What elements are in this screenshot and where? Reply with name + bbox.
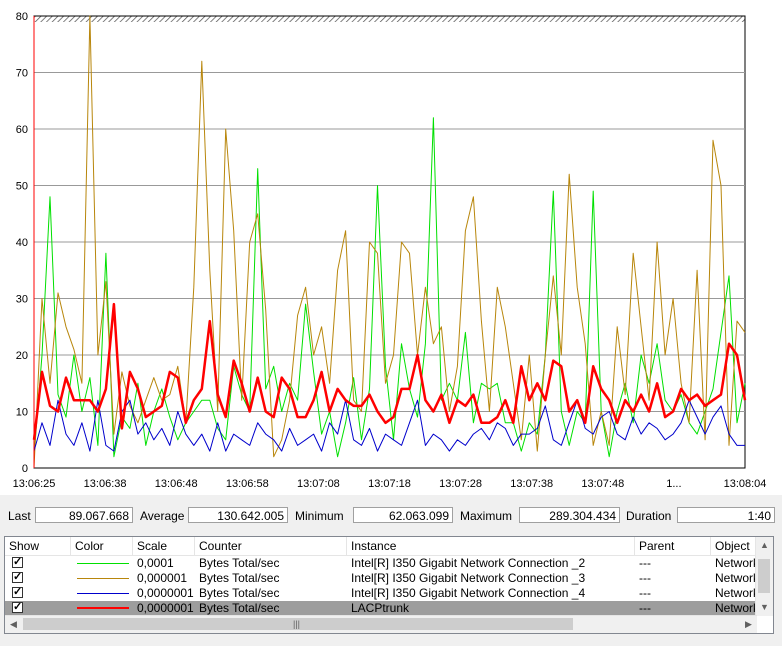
scroll-grip-icon: ||| [293,619,301,629]
scale-cell: 0,000001 [137,571,188,585]
instance-cell: Intel[R] I350 Gigabit Network Connection… [351,586,586,600]
series-color-swatch [77,563,129,564]
x-tick-label: 13:07:28 [439,478,482,490]
series-color-swatch [77,593,129,594]
series-line-4 [32,302,747,440]
vertical-scroll-thumb[interactable] [758,559,770,593]
y-tick-label: 40 [16,237,28,249]
show-checkbox[interactable] [12,600,23,613]
vertical-scrollbar[interactable]: ▲ ▼ [755,537,773,616]
last-value: 89.067.668 [35,507,133,523]
instance-cell: Intel[R] I350 Gigabit Network Connection… [351,571,586,585]
show-checkbox[interactable] [12,585,23,598]
minimum-value: 62.063.099 [353,507,453,523]
legend-row[interactable]: 0,0001 Bytes Total/sec Intel[R] I350 Gig… [5,555,757,571]
maximum-label: Maximum [460,509,513,523]
counter-legend-table[interactable]: Show Color Scale Counter Instance Parent… [4,536,774,634]
legend-row[interactable]: 0,0000001 Bytes Total/sec Intel[R] I350 … [5,585,757,601]
scroll-left-icon[interactable]: ◀ [5,616,22,633]
statistics-bar: Last 89.067.668 Average 130.642.005 Mini… [0,506,782,528]
col-instance[interactable]: Instance [347,537,635,555]
legend-header: Show Color Scale Counter Instance Parent… [5,537,757,556]
last-label: Last [8,509,31,523]
scroll-right-icon[interactable]: ▶ [740,616,757,633]
object-cell: Network [715,601,757,615]
col-scale[interactable]: Scale [133,537,195,555]
duration-value: 1:40 [677,507,775,523]
parent-cell: --- [639,586,651,600]
series-color-swatch [77,607,129,609]
col-show[interactable]: Show [5,537,71,555]
x-tick-label: 13:07:48 [581,478,624,490]
y-tick-label: 60 [16,124,28,136]
x-tick-label: 13:07:18 [368,478,411,490]
legend-row[interactable]: 0,000001 Bytes Total/sec Intel[R] I350 G… [5,570,757,586]
chart-canvas: 0 10 20 30 40 50 60 70 80 13:06:25 13:06:38 13:06:4… [13,11,767,490]
average-label: Average [140,509,185,523]
x-tick-label: 13:08:04 [724,478,767,490]
average-value: 130.642.005 [188,507,288,523]
show-checkbox[interactable] [12,570,23,583]
col-counter[interactable]: Counter [195,537,347,555]
scale-cell: 0,0001 [137,556,174,570]
performance-chart: 0 10 20 30 40 50 60 70 80 13:06:25 13:06:38 13:06:4… [0,0,782,495]
maximum-value: 289.304.434 [519,507,620,523]
y-tick-label: 10 [16,407,28,419]
col-object[interactable]: Object [711,537,757,555]
series-line-1 [33,117,746,458]
y-tick-label: 80 [16,11,28,23]
object-cell: Network [715,556,757,570]
counter-cell: Bytes Total/sec [199,571,280,585]
object-cell: Network [715,586,757,600]
legend-row-selected[interactable]: 0,0000001 Bytes Total/sec LACPtrunk --- … [5,600,757,616]
y-tick-label: 50 [16,181,28,193]
duration-label: Duration [626,509,672,523]
col-parent[interactable]: Parent [635,537,711,555]
overflow-hatch-band [34,16,745,22]
parent-cell: --- [639,556,651,570]
x-tick-label: 13:07:38 [510,478,553,490]
scale-cell: 0,0000001 [137,601,194,615]
x-tick-label: 13:06:58 [226,478,269,490]
scroll-up-icon[interactable]: ▲ [756,537,773,554]
x-tick-label: 13:07:08 [297,478,340,490]
show-checkbox[interactable] [12,555,23,568]
instance-cell: Intel[R] I350 Gigabit Network Connection… [351,556,586,570]
counter-cell: Bytes Total/sec [199,601,280,615]
x-tick-label: 1... [666,478,681,490]
horizontal-scrollbar[interactable]: ◀ ||| ▶ [5,615,757,633]
x-tick-label: 13:06:25 [13,478,56,490]
scroll-down-icon[interactable]: ▼ [756,599,773,616]
instance-cell: LACPtrunk [351,601,410,615]
series-color-swatch [77,578,129,579]
y-tick-label: 20 [16,350,28,362]
col-color[interactable]: Color [71,537,133,555]
y-tick-label: 30 [16,294,28,306]
scale-cell: 0,0000001 [137,586,194,600]
parent-cell: --- [639,571,651,585]
parent-cell: --- [639,601,651,615]
x-tick-label: 13:06:38 [84,478,127,490]
x-tick-label: 13:06:48 [155,478,198,490]
counter-cell: Bytes Total/sec [199,586,280,600]
y-tick-label: 70 [16,68,28,80]
counter-cell: Bytes Total/sec [199,556,280,570]
y-tick-label: 0 [22,463,28,475]
minimum-label: Minimum [295,509,344,523]
object-cell: Network [715,571,757,585]
